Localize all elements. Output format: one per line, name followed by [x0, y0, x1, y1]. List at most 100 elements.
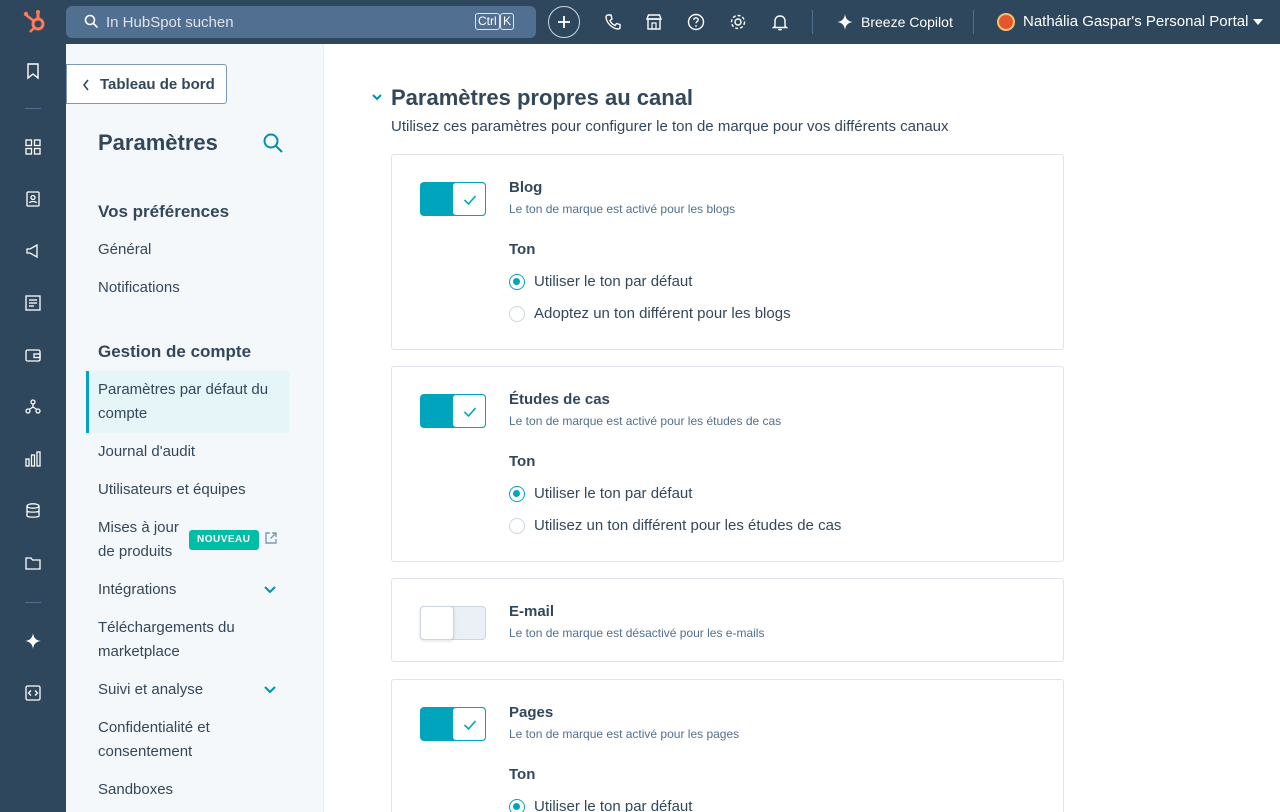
content-icon[interactable] — [24, 294, 42, 312]
settings-title: Paramètres — [98, 130, 218, 155]
library-folder-icon[interactable] — [24, 554, 42, 572]
chevron-down-icon[interactable] — [263, 685, 277, 695]
settings-sidebar: Tableau de bord Paramètres Vos préférenc… — [66, 44, 324, 812]
left-navigation-rail — [0, 44, 66, 812]
topbar-divider — [973, 10, 974, 34]
pages-toggle[interactable] — [420, 707, 486, 741]
reporting-bar-chart-icon[interactable] — [24, 450, 42, 468]
sidebar-item-tracking-analytics[interactable]: Suivi et analyse — [98, 678, 288, 702]
card-subtitle: Le ton de marque est activé pour les blo… — [509, 202, 736, 216]
marketing-megaphone-icon[interactable] — [24, 242, 42, 260]
sidebar-item-notifications[interactable]: Notifications — [98, 276, 288, 300]
blog-toggle[interactable] — [420, 182, 486, 216]
sidebar-item-account-defaults[interactable]: Paramètres par défaut du compte — [98, 378, 278, 426]
tone-label: Ton — [509, 766, 536, 783]
channel-card-case-studies: Études de cas Le ton de marque est activ… — [391, 366, 1064, 562]
search-icon[interactable] — [262, 132, 284, 154]
toggle-knob — [452, 707, 486, 741]
case-studies-toggle[interactable] — [420, 394, 486, 428]
checkmark-icon — [463, 720, 477, 731]
radio-label-custom-tone[interactable]: Utilisez un ton différent pour les étude… — [534, 517, 841, 534]
development-code-icon[interactable] — [24, 684, 42, 702]
breeze-copilot-label: Breeze Copilot — [861, 14, 953, 30]
search-icon — [84, 14, 99, 29]
section-title: Paramètres propres au canal — [391, 85, 694, 110]
card-subtitle: Le ton de marque est activé pour les étu… — [509, 414, 782, 428]
radio-custom-tone[interactable] — [509, 518, 525, 534]
search-placeholder: In HubSpot suchen — [106, 14, 234, 31]
sidebar-item-privacy-consent[interactable]: Confidentialité et consentement — [98, 716, 228, 764]
shortcut-ctrl-key: Ctrl — [475, 13, 500, 30]
card-title: Études de cas — [509, 391, 610, 408]
apps-grid-icon[interactable] — [24, 138, 42, 156]
tone-label: Ton — [509, 241, 536, 258]
sidebar-item-users-teams[interactable]: Utilisateurs et équipes — [98, 478, 288, 502]
topbar-divider — [812, 10, 813, 34]
toggle-knob — [452, 182, 486, 216]
caret-down-icon — [1253, 19, 1263, 25]
back-to-dashboard-button[interactable]: Tableau de bord — [66, 64, 227, 104]
account-menu[interactable]: Nathália Gaspar's Personal Portal — [997, 12, 1267, 32]
automation-icon[interactable] — [24, 398, 42, 416]
radio-custom-tone[interactable] — [509, 306, 525, 322]
help-icon[interactable] — [686, 12, 706, 32]
radio-label-default-tone[interactable]: Utiliser le ton par défaut — [534, 798, 692, 812]
shortcut-k-key: K — [500, 13, 515, 30]
collapse-chevron-icon[interactable] — [371, 93, 383, 101]
plus-icon — [558, 16, 570, 28]
breeze-sparkle-icon[interactable] — [24, 632, 42, 650]
sidebar-item-integrations[interactable]: Intégrations — [98, 578, 288, 602]
sidebar-item-sandboxes[interactable]: Sandboxes — [98, 778, 288, 802]
sidebar-item-product-updates[interactable]: Mises à jour de produits — [98, 516, 186, 564]
sidebar-item-marketplace-downloads[interactable]: Téléchargements du marketplace — [98, 616, 248, 664]
rail-divider — [25, 108, 41, 109]
sparkle-icon — [837, 14, 853, 30]
card-title: Pages — [509, 704, 554, 721]
phone-icon[interactable] — [603, 12, 623, 32]
toggle-knob — [452, 394, 486, 428]
notifications-bell-icon[interactable] — [770, 12, 790, 32]
bookmark-icon[interactable] — [24, 62, 42, 80]
chevron-down-icon[interactable] — [263, 585, 277, 595]
tone-label: Ton — [509, 453, 536, 470]
sidebar-item-audit-log[interactable]: Journal d'audit — [98, 440, 288, 464]
checkmark-icon — [463, 195, 477, 206]
radio-label-custom-tone[interactable]: Adoptez un ton différent pour les blogs — [534, 305, 791, 322]
back-button-label: Tableau de bord — [100, 76, 215, 93]
radio-default-tone[interactable] — [509, 274, 525, 290]
card-title: E-mail — [509, 603, 555, 620]
radio-label-default-tone[interactable]: Utiliser le ton par défaut — [534, 485, 692, 502]
channel-card-blog: Blog Le ton de marque est activé pour le… — [391, 154, 1064, 350]
commerce-wallet-icon[interactable] — [24, 346, 42, 364]
avatar — [997, 13, 1015, 31]
radio-label-default-tone[interactable]: Utiliser le ton par défaut — [534, 273, 692, 290]
new-badge: NOUVEAU — [189, 530, 259, 550]
chevron-left-icon — [82, 79, 89, 91]
create-button[interactable] — [548, 6, 580, 38]
external-link-icon[interactable] — [264, 531, 278, 545]
sidebar-item-general[interactable]: Général — [98, 238, 288, 262]
email-toggle[interactable] — [420, 606, 486, 640]
toggle-knob — [420, 606, 454, 640]
card-subtitle: Le ton de marque est désactivé pour les … — [509, 626, 765, 640]
channel-card-email: E-mail Le ton de marque est désactivé po… — [391, 578, 1064, 662]
radio-default-tone[interactable] — [509, 486, 525, 502]
gear-icon[interactable] — [728, 12, 748, 32]
data-management-database-icon[interactable] — [24, 502, 42, 520]
top-navigation-bar: In HubSpot suchen Ctrl K Breeze Copilot — [0, 0, 1280, 44]
account-management-heading: Gestion de compte — [98, 342, 252, 361]
main-content: Paramètres propres au canal Utilisez ces… — [325, 44, 1280, 812]
rail-divider — [25, 602, 41, 603]
portal-name: Nathália Gaspar's Personal Portal — [1023, 13, 1249, 30]
radio-default-tone[interactable] — [509, 799, 525, 812]
channel-card-pages: Pages Le ton de marque est activé pour l… — [391, 679, 1064, 812]
global-search-input[interactable]: In HubSpot suchen Ctrl K — [66, 6, 536, 38]
card-subtitle: Le ton de marque est activé pour les pag… — [509, 727, 740, 741]
marketplace-icon[interactable] — [644, 12, 664, 32]
card-title: Blog — [509, 179, 543, 196]
checkmark-icon — [463, 407, 477, 418]
contacts-icon[interactable] — [24, 190, 42, 208]
preferences-heading: Vos préférences — [98, 202, 230, 221]
section-description: Utilisez ces paramètres pour configurer … — [391, 118, 949, 135]
hubspot-logo-icon[interactable] — [22, 9, 48, 35]
